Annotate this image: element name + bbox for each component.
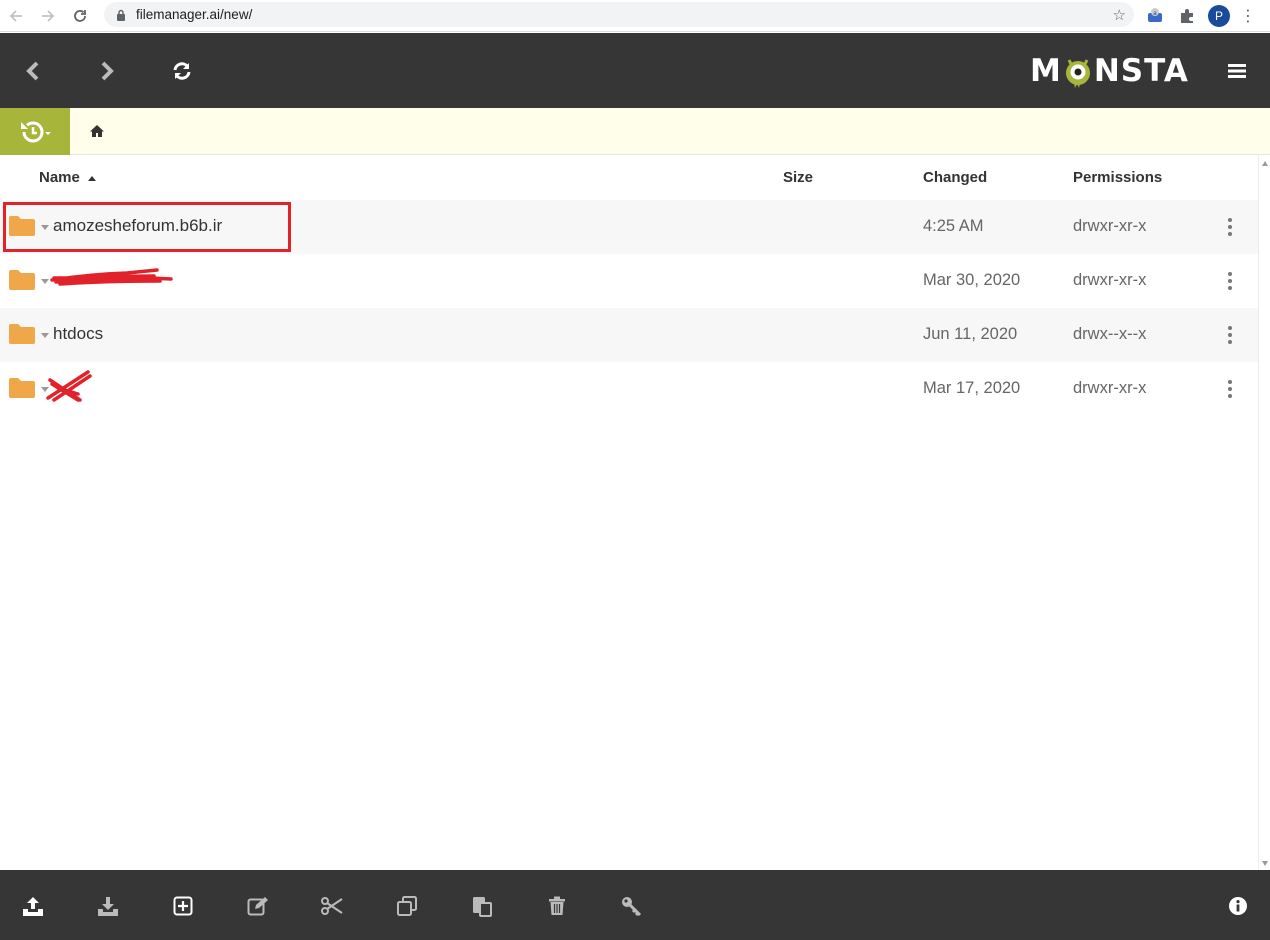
new-item-icon: [173, 896, 193, 916]
browser-menu-icon[interactable]: ⋮: [1240, 6, 1256, 26]
download-button[interactable]: [96, 894, 120, 918]
forward-button[interactable]: [89, 53, 125, 89]
home-icon[interactable]: [89, 124, 105, 138]
file-changed: 4:25 AM: [923, 217, 984, 235]
info-icon: [1229, 897, 1247, 915]
paste-button[interactable]: [470, 894, 494, 918]
logo-text-right: NSTA: [1093, 53, 1189, 89]
delete-icon: [549, 896, 565, 915]
extensions-area: a P ⋮: [1144, 0, 1256, 32]
download-icon: [98, 897, 118, 916]
puzzle-icon[interactable]: [1176, 5, 1198, 27]
file-name[interactable]: htdocs: [53, 324, 103, 344]
column-header-size[interactable]: Size: [783, 169, 813, 186]
upload-icon: [23, 897, 43, 916]
table-row[interactable]: Mar 30, 2020 drwxr-xr-x: [0, 254, 1258, 308]
copy-button[interactable]: [395, 894, 419, 918]
redaction-scribble: [46, 370, 92, 402]
row-menu-icon[interactable]: [1221, 378, 1239, 400]
sort-ascending-icon: [88, 176, 97, 181]
browser-forward-button[interactable]: [32, 0, 64, 32]
file-permissions: drwxr-xr-x: [1073, 271, 1147, 289]
folder-icon: [9, 378, 35, 398]
url-text: filemanager.ai/new/: [136, 7, 253, 22]
file-table-header: Name Size Changed Permissions: [0, 155, 1258, 201]
table-row[interactable]: amozesheforum.b6b.ir 4:25 AM drwxr-xr-x: [0, 200, 1258, 254]
breadcrumb-bar: [0, 108, 1270, 155]
permissions-button[interactable]: [619, 894, 643, 918]
column-header-name[interactable]: Name: [39, 169, 97, 186]
chevron-left-icon: [26, 61, 39, 81]
row-menu-icon[interactable]: [1221, 324, 1239, 346]
arrow-left-icon: [9, 9, 22, 22]
arrow-right-icon: [42, 9, 55, 22]
back-button[interactable]: [15, 53, 51, 89]
paste-icon: [473, 897, 492, 917]
column-name-label: Name: [39, 169, 80, 186]
table-row[interactable]: htdocs Jun 11, 2020 drwx--x--x: [0, 308, 1258, 362]
row-dropdown-caret-icon[interactable]: [41, 333, 49, 338]
file-changed: Jun 11, 2020: [923, 325, 1018, 343]
svg-text:a: a: [1153, 10, 1157, 17]
browser-back-button[interactable]: [0, 0, 32, 32]
folder-icon: [9, 270, 35, 290]
refresh-button[interactable]: [164, 53, 200, 89]
column-header-changed[interactable]: Changed: [923, 169, 987, 186]
row-menu-icon[interactable]: [1221, 270, 1239, 292]
history-icon: [21, 121, 51, 142]
file-changed: Mar 30, 2020: [923, 271, 1021, 289]
reload-icon: [74, 9, 86, 22]
scroll-up-arrow-icon[interactable]: [1262, 161, 1268, 166]
monsta-logo: M NSTA: [1030, 53, 1189, 89]
edit-icon: [247, 897, 268, 916]
red-highlight-box: [3, 202, 291, 252]
file-permissions: drwxr-xr-x: [1073, 379, 1147, 397]
file-permissions: drwx--x--x: [1073, 325, 1147, 343]
footer-toolbar: [0, 870, 1270, 940]
logo-text-left: M: [1030, 53, 1062, 89]
scroll-down-arrow-icon[interactable]: [1262, 861, 1268, 866]
upload-button[interactable]: [21, 894, 45, 918]
extension-icon[interactable]: a: [1144, 5, 1166, 27]
folder-icon: [9, 324, 35, 344]
new-item-button[interactable]: [171, 894, 195, 918]
logo-monster-eye: [1063, 56, 1093, 88]
cut-icon: [321, 897, 343, 915]
table-row[interactable]: Mar 17, 2020 drwxr-xr-x: [0, 362, 1258, 416]
refresh-icon: [173, 62, 191, 80]
lock-icon: [117, 9, 125, 21]
browser-reload-button[interactable]: [64, 0, 96, 32]
column-header-permissions[interactable]: Permissions: [1073, 169, 1162, 186]
chevron-right-icon: [101, 61, 114, 81]
copy-icon: [397, 896, 417, 916]
delete-button[interactable]: [545, 894, 569, 918]
profile-avatar[interactable]: P: [1208, 5, 1230, 27]
history-button[interactable]: [0, 108, 70, 155]
browser-toolbar: filemanager.ai/new/ ☆ a P ⋮: [0, 0, 1270, 32]
row-menu-icon[interactable]: [1221, 216, 1239, 238]
app-header: M NSTA: [0, 33, 1270, 108]
cut-button[interactable]: [320, 894, 344, 918]
address-bar[interactable]: filemanager.ai/new/ ☆: [104, 2, 1134, 27]
bookmark-star-icon[interactable]: ☆: [1113, 6, 1126, 24]
file-permissions: drwxr-xr-x: [1073, 217, 1147, 235]
redaction-scribble: [50, 268, 173, 286]
key-icon: [622, 897, 642, 917]
info-button[interactable]: [1226, 894, 1250, 918]
edit-button[interactable]: [246, 894, 270, 918]
vertical-scrollbar[interactable]: [1258, 155, 1270, 870]
file-changed: Mar 17, 2020: [923, 379, 1021, 397]
hamburger-icon: [1228, 64, 1246, 78]
main-menu-button[interactable]: [1219, 53, 1255, 89]
